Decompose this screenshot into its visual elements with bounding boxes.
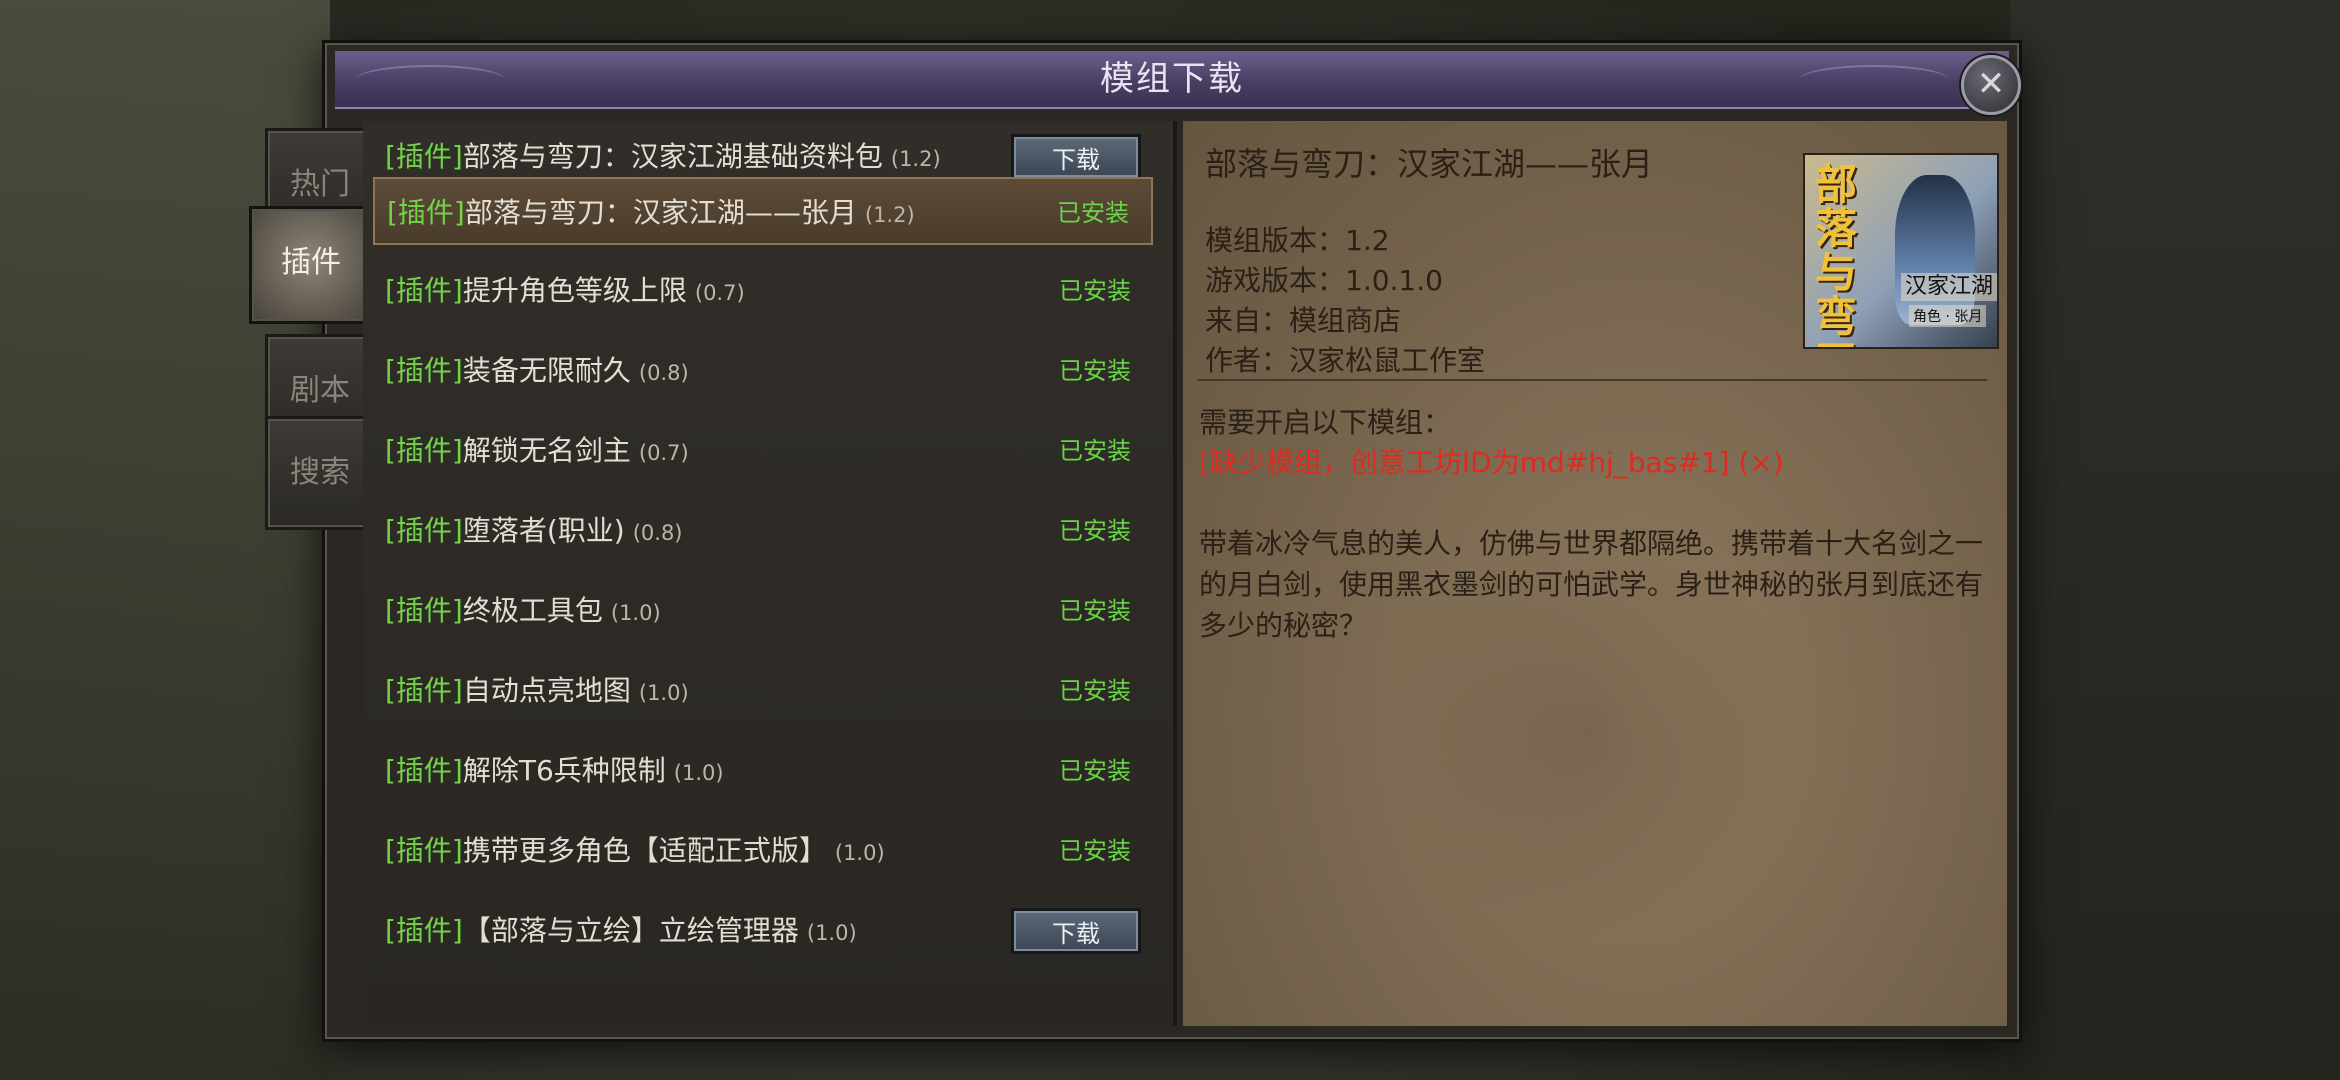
requirements-label: 需要开启以下模组： <box>1199 406 1452 439</box>
mod-title: [插件]自动点亮地图 (1.0) <box>385 674 689 707</box>
missing-requirement-link[interactable]: [缺少模组，创意工坊ID为md#hj_bas#1] (×) <box>1199 441 1784 481</box>
detail-divider <box>1197 379 1987 381</box>
list-item[interactable]: [插件]【部落与立绘】立绘管理器 (1.0) 下载 <box>373 897 1153 965</box>
installed-status: 已安装 <box>1059 357 1131 385</box>
tab-search-label: 搜索 <box>290 455 350 490</box>
mod-list: [插件]部落与弯刀：汉家江湖基础资料包 (1.2) 下载 [插件]部落与弯刀：汉家… <box>363 121 1177 1026</box>
tab-scripts-label: 剧本 <box>290 373 350 408</box>
list-item[interactable]: [插件]解除T6兵种限制 (1.0) 已安装 <box>373 737 1153 805</box>
detail-title: 部落与弯刀：汉家江湖——张月 <box>1205 145 1654 183</box>
list-item[interactable]: [插件]终极工具包 (1.0) 已安装 <box>373 577 1153 645</box>
list-item[interactable]: [插件]装备无限耐久 (0.8) 已安装 <box>373 337 1153 405</box>
close-icon: ✕ <box>1976 64 2006 104</box>
dialog-title: 模组下载 <box>1100 59 1244 99</box>
list-item[interactable]: [插件]自动点亮地图 (1.0) 已安装 <box>373 657 1153 725</box>
installed-status: 已安装 <box>1059 517 1131 545</box>
tab-hot-label: 热门 <box>290 167 350 202</box>
detail-mod-version: 模组版本：1.2 <box>1205 224 1390 257</box>
tab-plugins[interactable]: 插件 <box>249 206 373 324</box>
detail-author: 作者：汉家松鼠工作室 <box>1205 344 1486 377</box>
mod-title: [插件]装备无限耐久 (0.8) <box>385 354 689 387</box>
mod-title: [插件]堕落者(职业) (0.8) <box>385 514 683 547</box>
list-item-selected[interactable]: [插件]部落与弯刀：汉家江湖——张月 (1.2) 已安装 <box>373 177 1153 245</box>
mod-download-dialog: 模组下载 ✕ 热门 插件 剧本 搜索 [插件]部落与弯刀：汉家江湖基础资料包 (1… <box>249 40 2022 1042</box>
cover-subtitle: 汉家江湖 <box>1901 273 1997 301</box>
mod-title: [插件]【部落与立绘】立绘管理器 (1.0) <box>385 914 857 947</box>
dialog-titlebar: 模组下载 ✕ <box>335 51 2021 115</box>
installed-status: 已安装 <box>1059 837 1131 865</box>
background-right <box>2010 0 2340 1080</box>
list-item[interactable]: [插件]提升角色等级上限 (0.7) 已安装 <box>373 257 1153 325</box>
installed-status: 已安装 <box>1059 277 1131 305</box>
mod-title: [插件]终极工具包 (1.0) <box>385 594 661 627</box>
cover-calligraphy: 部落与弯刀 <box>1815 160 1858 348</box>
cover-figure <box>1895 175 1975 325</box>
mod-title: [插件]携带更多角色【适配正式版】 (1.0) <box>385 834 885 867</box>
mod-title: [插件]提升角色等级上限 (0.7) <box>385 274 745 307</box>
cover-subtitle-2: 角色 · 张月 <box>1909 305 1987 327</box>
close-button[interactable]: ✕ <box>1961 55 2021 115</box>
list-item[interactable]: [插件]携带更多角色【适配正式版】 (1.0) 已安装 <box>373 817 1153 885</box>
tab-plugins-label: 插件 <box>281 245 341 280</box>
download-button[interactable]: 下载 <box>1011 908 1141 954</box>
installed-status: 已安装 <box>1059 597 1131 625</box>
mod-cover-image: 部落与弯刀 汉家江湖 角色 · 张月 <box>1803 153 1999 349</box>
mod-title: [插件]解除T6兵种限制 (1.0) <box>385 754 724 787</box>
mod-detail-panel: 部落与弯刀：汉家江湖——张月 模组版本：1.2 游戏版本：1.0.1.0 来自：… <box>1183 121 2007 1026</box>
installed-status: 已安装 <box>1059 677 1131 705</box>
mod-title: [插件]部落与弯刀：汉家江湖——张月 (1.2) <box>387 196 915 229</box>
list-item[interactable]: [插件]解锁无名剑主 (0.7) 已安装 <box>373 417 1153 485</box>
detail-game-version: 游戏版本：1.0.1.0 <box>1205 264 1443 297</box>
detail-description: 带着冰冷气息的美人，仿佛与世界都隔绝。携带着十大名剑之一的月白剑，使用黑衣墨剑的… <box>1199 527 1984 642</box>
installed-status: 已安装 <box>1059 437 1131 465</box>
installed-status: 已安装 <box>1059 757 1131 785</box>
mod-title: [插件]解锁无名剑主 (0.7) <box>385 434 689 467</box>
detail-source: 来自：模组商店 <box>1205 304 1402 337</box>
list-item[interactable]: [插件]堕落者(职业) (0.8) 已安装 <box>373 497 1153 565</box>
download-button[interactable]: 下载 <box>1011 134 1141 180</box>
installed-status: 已安装 <box>1057 199 1129 227</box>
tab-search[interactable]: 搜索 <box>265 416 375 530</box>
